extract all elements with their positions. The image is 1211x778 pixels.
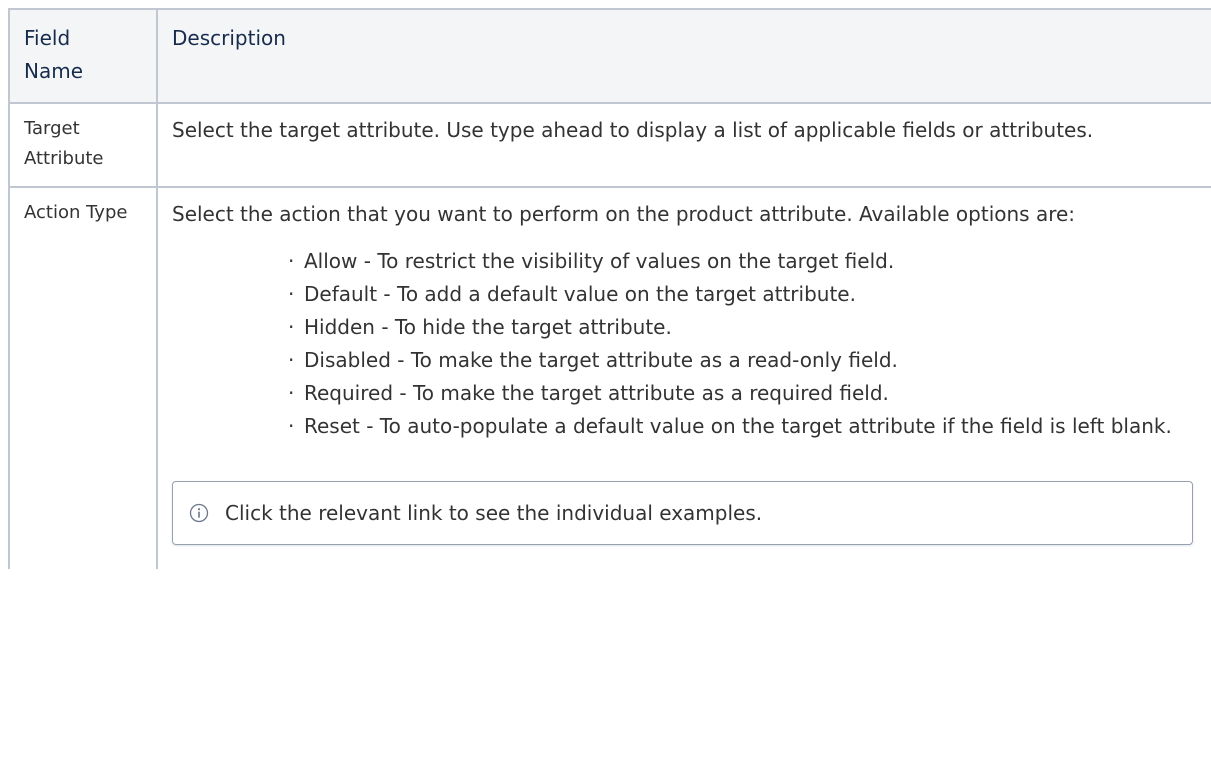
list-item-reset: Reset - To auto-populate a default value… (288, 410, 1197, 443)
description-action-type: Select the action that you want to perfo… (172, 202, 1076, 226)
list-item-allow: Allow - To restrict the visibility of va… (288, 245, 1197, 278)
info-panel: Click the relevant link to see the indiv… (172, 481, 1193, 545)
description-header-label: Description (172, 26, 286, 50)
info-panel-text: Click the relevant link to see the indiv… (225, 501, 763, 525)
field-name-action-type: Action Type (24, 202, 128, 223)
field-name-target-attribute: Target Attribute (24, 118, 104, 169)
description-cell: Select the target attribute. Use type ah… (156, 102, 1211, 188)
field-description-table: Field Name Description Target Attribute … (8, 8, 1211, 569)
info-icon (189, 503, 209, 523)
field-name-cell: Target Attribute (8, 102, 158, 188)
list-item-required: Required - To make the target attribute … (288, 377, 1197, 410)
table-row: Target Attribute Select the target attri… (8, 102, 1211, 188)
header-row: Field Name Description (8, 8, 1211, 104)
table-header: Field Name Description (8, 8, 1211, 104)
field-name-header-label: Field Name (24, 26, 84, 83)
field-name-header: Field Name (8, 8, 158, 104)
description-target-attribute: Select the target attribute. Use type ah… (172, 118, 1094, 142)
description-header: Description (156, 8, 1211, 104)
field-name-cell: Action Type (8, 186, 158, 569)
action-type-options-list: Allow - To restrict the visibility of va… (172, 245, 1197, 443)
table-body: Target Attribute Select the target attri… (8, 102, 1211, 569)
table-row: Action Type Select the action that you w… (8, 186, 1211, 569)
list-item-default: Default - To add a default value on the … (288, 278, 1197, 311)
list-item-disabled: Disabled - To make the target attribute … (288, 344, 1197, 377)
list-item-hidden: Hidden - To hide the target attribute. (288, 311, 1197, 344)
description-cell: Select the action that you want to perfo… (156, 186, 1211, 569)
